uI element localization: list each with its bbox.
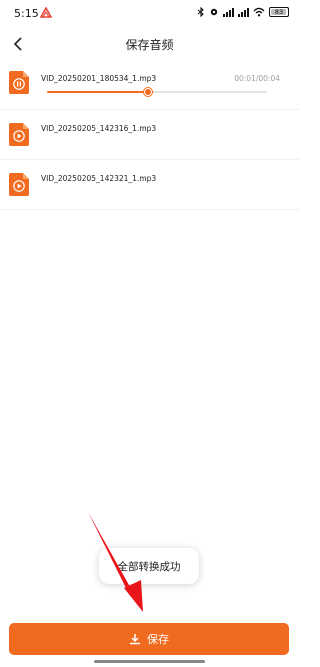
- signal-icon: [238, 7, 249, 17]
- file-item[interactable]: VID_20250205_142316_1.mp3: [0, 110, 299, 160]
- battery-icon: 83: [269, 7, 289, 17]
- playback-time: 00:01/00:04: [234, 74, 280, 83]
- download-icon: [130, 634, 140, 645]
- bluetooth-icon: [197, 7, 204, 17]
- nav-bar: 保存音频: [0, 28, 299, 60]
- signal-icon: [223, 7, 234, 17]
- playback-progress-bar[interactable]: [47, 88, 267, 96]
- settings-icon: [210, 8, 218, 16]
- audio-file-list: VID_20250201_180534_1.mp3 00:01/00:04 VI…: [0, 62, 299, 210]
- save-button[interactable]: 保存: [9, 623, 289, 655]
- wifi-icon: [253, 7, 265, 17]
- file-name: VID_20250201_180534_1.mp3: [41, 74, 157, 83]
- toast-message: 全部转换成功: [117, 560, 181, 573]
- status-bar: 5:15 83: [0, 0, 299, 28]
- success-toast: 全部转换成功: [99, 548, 199, 584]
- progress-fill: [47, 91, 149, 93]
- file-item[interactable]: VID_20250205_142321_1.mp3: [0, 160, 299, 210]
- status-icons: 83: [197, 7, 289, 17]
- save-button-label: 保存: [147, 633, 169, 646]
- file-name: VID_20250205_142316_1.mp3: [41, 124, 157, 133]
- battery-level: 83: [274, 8, 284, 16]
- page-title: 保存音频: [125, 38, 174, 52]
- app-notification-icon: [40, 7, 52, 18]
- play-icon[interactable]: [9, 173, 29, 196]
- pause-icon[interactable]: [9, 71, 29, 94]
- play-icon[interactable]: [9, 123, 29, 146]
- home-indicator[interactable]: [94, 660, 205, 663]
- file-item[interactable]: VID_20250201_180534_1.mp3 00:01/00:04: [0, 62, 299, 110]
- progress-knob[interactable]: [144, 88, 153, 96]
- status-time: 5:15: [14, 7, 39, 20]
- file-name: VID_20250205_142321_1.mp3: [41, 174, 157, 183]
